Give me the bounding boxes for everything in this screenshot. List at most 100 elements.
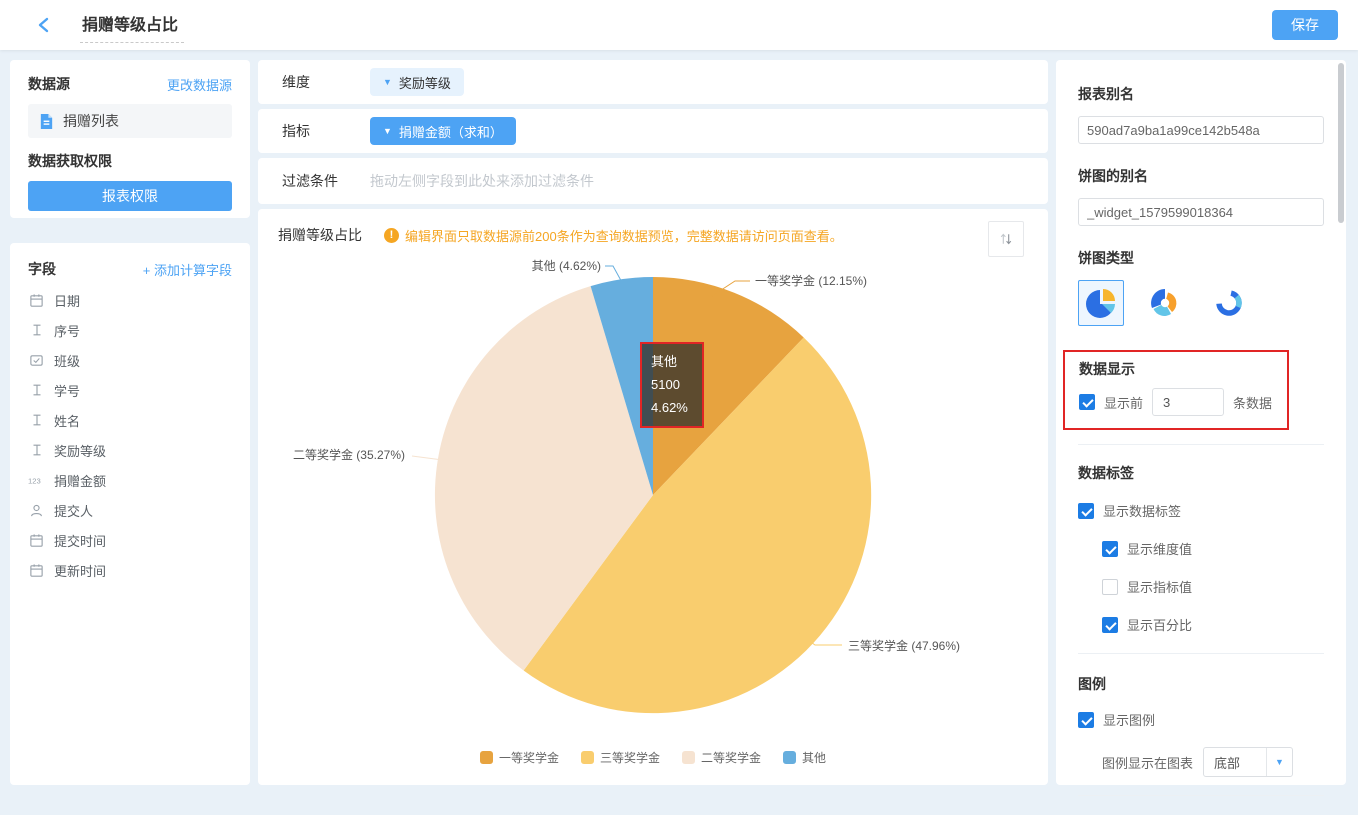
- show-legend-row: 显示图例: [1078, 710, 1324, 729]
- data-label-option-1: 显示维度值: [1102, 539, 1324, 558]
- tooltip-value: 5100: [651, 374, 702, 397]
- pie-type-donut[interactable]: [1206, 280, 1252, 326]
- select-icon: [28, 353, 45, 368]
- pie-type-rose[interactable]: [1142, 280, 1188, 326]
- pie-label-0: 一等奖学金 (12.15%): [755, 273, 867, 288]
- chart-tooltip: 其他 5100 4.62%: [640, 342, 704, 428]
- preview-warning-text: 编辑界面只取数据源前200条作为查询数据预览，完整数据请访问页面查看。: [405, 226, 843, 245]
- filter-placeholder: 拖动左侧字段到此处来添加过滤条件: [370, 171, 594, 191]
- left-sidebar: 数据源 更改数据源 捐赠列表 数据获取权限 报表权限 字段 + 添加计算字段 日…: [10, 60, 250, 785]
- field-item-8[interactable]: 提交时间: [28, 525, 232, 555]
- data-display-section-highlight: 数据显示 显示前 条数据: [1063, 350, 1289, 430]
- field-item-2[interactable]: 班级: [28, 345, 232, 375]
- rose-chart-icon: [1149, 287, 1181, 319]
- dimension-label: 维度: [282, 72, 370, 92]
- filter-row[interactable]: 过滤条件 拖动左侧字段到此处来添加过滤条件: [258, 158, 1048, 204]
- pie-chart-svg: 一等奖学金 (12.15%)三等奖学金 (47.96%)二等奖学金 (35.27…: [258, 249, 1048, 749]
- checkbox[interactable]: [1102, 617, 1118, 633]
- field-item-1[interactable]: 序号: [28, 315, 232, 345]
- pie-chart-icon: [1085, 287, 1117, 319]
- row-count-input[interactable]: [1152, 388, 1224, 416]
- metric-label: 指标: [282, 121, 370, 141]
- checkbox[interactable]: [1078, 503, 1094, 519]
- field-item-9[interactable]: 更新时间: [28, 555, 232, 585]
- back-button[interactable]: [30, 11, 58, 39]
- metric-row: 指标 ▼ 捐赠金额（求和）: [258, 109, 1048, 153]
- legend-item-label: 其他: [802, 749, 826, 766]
- calendar-icon: [28, 533, 45, 548]
- svg-text:123: 123: [28, 476, 41, 485]
- datasource-item[interactable]: 捐赠列表: [28, 104, 232, 138]
- pie-type-standard[interactable]: [1078, 280, 1124, 326]
- fields-title: 字段: [28, 259, 56, 279]
- main-layout: 数据源 更改数据源 捐赠列表 数据获取权限 报表权限 字段 + 添加计算字段 日…: [0, 50, 1358, 795]
- page-title: 捐赠等级占比: [80, 7, 184, 43]
- number-icon: 123: [28, 473, 45, 487]
- chart-legend: 一等奖学金 三等奖学金 二等奖学金 其他: [258, 749, 1048, 766]
- legend-item-2[interactable]: 二等奖学金: [682, 749, 761, 766]
- divider: [1078, 795, 1324, 796]
- legend-swatch: [581, 751, 594, 764]
- caret-down-icon: ▼: [383, 127, 392, 136]
- data-label-option-3: 显示百分比: [1102, 615, 1324, 634]
- report-alias-input[interactable]: [1078, 116, 1324, 144]
- tooltip-percent: 4.62%: [651, 397, 702, 420]
- field-item-6[interactable]: 123捐赠金额: [28, 465, 232, 495]
- legend-item-1[interactable]: 三等奖学金: [581, 749, 660, 766]
- field-list: 日期序号班级学号姓名奖励等级 123捐赠金额提交人提交时间更新时间: [28, 285, 232, 585]
- add-calculated-field-link[interactable]: + 添加计算字段: [143, 260, 232, 279]
- data-display-title: 数据显示: [1079, 359, 1275, 379]
- field-item-0[interactable]: 日期: [28, 285, 232, 315]
- field-item-4[interactable]: 姓名: [28, 405, 232, 435]
- chart-title: 捐赠等级占比: [278, 225, 362, 245]
- chart-card: 捐赠等级占比 ! 编辑界面只取数据源前200条作为查询数据预览，完整数据请访问页…: [258, 209, 1048, 785]
- permission-title: 数据获取权限: [28, 151, 232, 171]
- pie-label-3: 其他 (4.62%): [532, 259, 601, 273]
- field-item-3[interactable]: 学号: [28, 375, 232, 405]
- scrollbar-thumb[interactable]: [1338, 63, 1344, 223]
- caret-down-icon: ▼: [1266, 748, 1292, 776]
- pie-type-label: 饼图类型: [1078, 248, 1324, 268]
- report-permission-button[interactable]: 报表权限: [28, 181, 232, 211]
- field-item-label: 奖励等级: [54, 441, 106, 460]
- show-legend-checkbox[interactable]: [1078, 712, 1094, 728]
- right-panel-column: 报表别名 饼图的别名 饼图类型: [1056, 60, 1346, 785]
- warning-icon: !: [384, 228, 399, 243]
- legend-position-select[interactable]: 底部 ▼: [1203, 747, 1293, 777]
- legend-swatch: [682, 751, 695, 764]
- field-item-label: 提交时间: [54, 531, 106, 550]
- calendar-icon: [28, 563, 45, 578]
- dimension-tag-label: 奖励等级: [399, 73, 451, 92]
- field-item-label: 日期: [54, 291, 80, 310]
- legend-section-title: 图例: [1078, 674, 1324, 694]
- row-count-suffix: 条数据: [1233, 393, 1272, 412]
- metric-tag[interactable]: ▼ 捐赠金额（求和）: [370, 117, 516, 145]
- datasource-item-label: 捐赠列表: [63, 111, 119, 131]
- text-icon: [28, 413, 45, 427]
- tooltip-name: 其他: [651, 351, 702, 374]
- legend-item-0[interactable]: 一等奖学金: [480, 749, 559, 766]
- person-icon: [28, 503, 45, 518]
- metric-tag-label: 捐赠金额（求和）: [399, 122, 503, 141]
- change-datasource-link[interactable]: 更改数据源: [167, 75, 232, 94]
- field-item-5[interactable]: 奖励等级: [28, 435, 232, 465]
- legend-position-value: 底部: [1204, 753, 1266, 772]
- widget-alias-input[interactable]: [1078, 198, 1324, 226]
- sort-arrows-icon: [998, 231, 1014, 247]
- checkbox[interactable]: [1102, 541, 1118, 557]
- save-button[interactable]: 保存: [1272, 10, 1338, 40]
- report-alias-label: 报表别名: [1078, 84, 1324, 104]
- legend-position-label: 图例显示在图表: [1102, 753, 1193, 772]
- data-label-option-2: 显示指标值: [1102, 577, 1324, 596]
- caret-down-icon: ▼: [383, 78, 392, 87]
- field-item-label: 提交人: [54, 501, 93, 520]
- checkbox-label: 显示数据标签: [1103, 501, 1181, 520]
- legend-item-3[interactable]: 其他: [783, 749, 826, 766]
- divider: [1078, 653, 1324, 654]
- dimension-tag[interactable]: ▼ 奖励等级: [370, 68, 464, 96]
- show-first-checkbox[interactable]: [1079, 394, 1095, 410]
- checkbox-label: 显示维度值: [1127, 539, 1192, 558]
- chevron-left-icon: [35, 16, 53, 34]
- checkbox[interactable]: [1102, 579, 1118, 595]
- field-item-7[interactable]: 提交人: [28, 495, 232, 525]
